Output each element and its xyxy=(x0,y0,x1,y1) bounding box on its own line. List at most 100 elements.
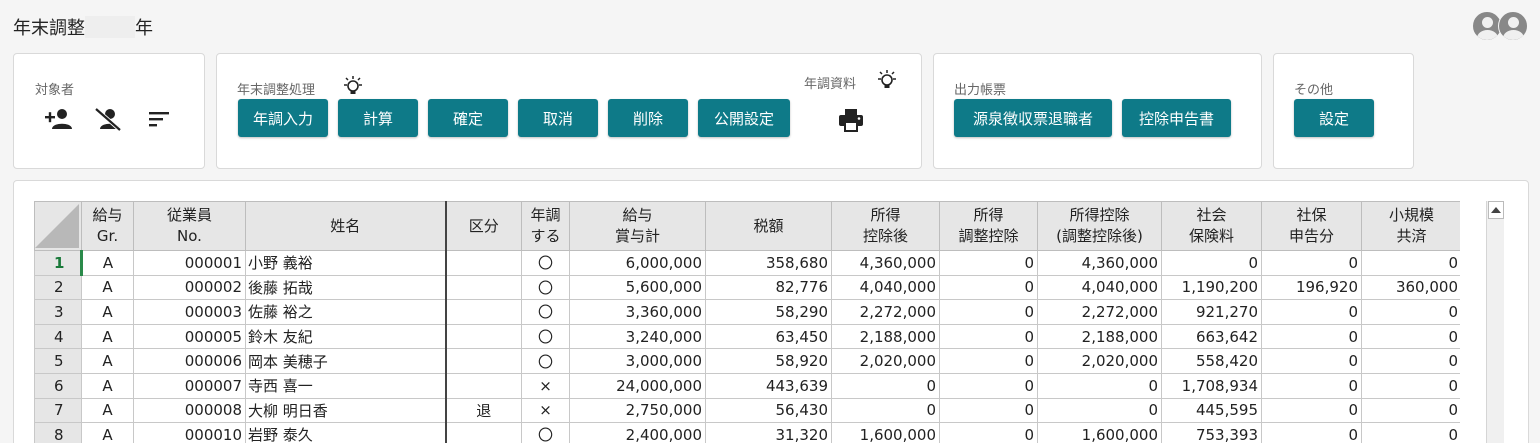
table-row[interactable]: 1 A 000001 小野 義裕〇 6,000,000 358,680 4,360,000 0… xyxy=(34,250,1460,276)
row-number[interactable]: 2 xyxy=(34,274,82,301)
cell-salary-bonus-total[interactable]: 3,240,000 xyxy=(569,323,706,350)
cell-small-enterprise-mutual[interactable]: 0 xyxy=(1361,323,1460,350)
cell-income-adjust-deduction[interactable]: 0 xyxy=(939,348,1038,374)
cell-salary-bonus-total[interactable]: 2,400,000 xyxy=(569,422,706,443)
cell-income-after-deduction[interactable]: 4,360,000 xyxy=(831,250,940,276)
cell-social-insurance-declared[interactable]: 0 xyxy=(1261,250,1362,276)
cell-full-name[interactable]: 鈴木 友紀 xyxy=(245,323,447,350)
cell-income-deduction-adjusted[interactable]: 4,040,000 xyxy=(1037,274,1162,301)
cell-year-adjust-flag[interactable]: × xyxy=(521,372,570,399)
cell-income-adjust-deduction[interactable]: 0 xyxy=(939,397,1038,424)
cell-social-insurance-declared[interactable]: 196,920 xyxy=(1261,274,1362,301)
cell-employee-no[interactable]: 000002 xyxy=(133,274,246,301)
cell-social-insurance[interactable]: 0 xyxy=(1161,250,1262,276)
column-header-salary-group[interactable]: 給与 Gr. xyxy=(81,201,134,251)
cell-category[interactable]: 退 xyxy=(445,397,522,424)
cell-income-deduction-adjusted[interactable]: 2,188,000 xyxy=(1037,323,1162,350)
cell-income-adjust-deduction[interactable]: 0 xyxy=(939,250,1038,276)
cell-tax-amount[interactable]: 82,776 xyxy=(705,274,832,301)
scroll-up-icon[interactable] xyxy=(1488,201,1504,219)
cell-full-name[interactable]: 小野 義裕 xyxy=(245,250,447,276)
cell-small-enterprise-mutual[interactable]: 0 xyxy=(1361,422,1460,443)
user-avatars[interactable] xyxy=(1472,11,1528,41)
cell-employee-no[interactable]: 000007 xyxy=(133,372,246,399)
cell-income-adjust-deduction[interactable]: 0 xyxy=(939,299,1038,325)
cell-salary-group[interactable]: A xyxy=(81,372,134,399)
add-person-icon[interactable] xyxy=(44,106,74,132)
print-icon[interactable] xyxy=(836,107,866,133)
publish-settings-button[interactable]: 公開設定 xyxy=(698,99,790,137)
cell-income-adjust-deduction[interactable]: 0 xyxy=(939,274,1038,301)
cell-full-name[interactable]: 後藤 拓哉 xyxy=(245,274,447,301)
confirm-button[interactable]: 確定 xyxy=(428,99,508,137)
cell-tax-amount[interactable]: 443,639 xyxy=(705,372,832,399)
cell-year-adjust-flag[interactable]: 〇 xyxy=(521,250,570,276)
cell-full-name[interactable]: 岩野 泰久 xyxy=(245,422,447,443)
lightbulb-icon[interactable] xyxy=(875,68,899,92)
table-row[interactable]: 4 A 000005 鈴木 友紀〇 3,240,000 63,450 2,188,000 0 2… xyxy=(34,323,1460,350)
cell-year-adjust-flag[interactable]: × xyxy=(521,397,570,424)
cell-tax-amount[interactable]: 58,920 xyxy=(705,348,832,374)
cell-year-adjust-flag[interactable]: 〇 xyxy=(521,274,570,301)
cell-social-insurance-declared[interactable]: 0 xyxy=(1261,323,1362,350)
cell-income-after-deduction[interactable]: 2,188,000 xyxy=(831,323,940,350)
cell-salary-bonus-total[interactable]: 5,600,000 xyxy=(569,274,706,301)
year-adjust-input-button[interactable]: 年調入力 xyxy=(238,99,328,137)
cell-tax-amount[interactable]: 358,680 xyxy=(705,250,832,276)
column-header-salary-bonus-total[interactable]: 給与 賞与計 xyxy=(569,201,706,251)
sort-icon[interactable] xyxy=(144,106,174,132)
table-row[interactable]: 5 A 000006 岡本 美穂子〇 3,000,000 58,920 2,020,000 0… xyxy=(34,348,1460,374)
column-header-year-adjust-flag[interactable]: 年調 する xyxy=(521,201,570,251)
cell-full-name[interactable]: 佐藤 裕之 xyxy=(245,299,447,325)
cell-social-insurance[interactable]: 558,420 xyxy=(1161,348,1262,374)
cell-small-enterprise-mutual[interactable]: 0 xyxy=(1361,397,1460,424)
cell-social-insurance-declared[interactable]: 0 xyxy=(1261,348,1362,374)
cell-income-after-deduction[interactable]: 4,040,000 xyxy=(831,274,940,301)
cell-employee-no[interactable]: 000005 xyxy=(133,323,246,350)
cell-year-adjust-flag[interactable]: 〇 xyxy=(521,323,570,350)
column-header-social-insurance[interactable]: 社会 保険料 xyxy=(1161,201,1262,251)
cell-category[interactable] xyxy=(445,274,522,301)
cell-salary-group[interactable]: A xyxy=(81,274,134,301)
cell-full-name[interactable]: 岡本 美穂子 xyxy=(245,348,447,374)
cell-year-adjust-flag[interactable]: 〇 xyxy=(521,299,570,325)
column-header-full-name[interactable]: 姓名 xyxy=(245,201,447,251)
cell-small-enterprise-mutual[interactable]: 0 xyxy=(1361,250,1460,276)
lightbulb-icon[interactable] xyxy=(341,74,365,98)
remove-person-icon[interactable] xyxy=(93,106,123,132)
cell-salary-group[interactable]: A xyxy=(81,397,134,424)
cell-income-after-deduction[interactable]: 2,020,000 xyxy=(831,348,940,374)
cell-tax-amount[interactable]: 31,320 xyxy=(705,422,832,443)
row-number[interactable]: 5 xyxy=(34,348,82,374)
row-number[interactable]: 4 xyxy=(34,323,82,350)
cell-salary-bonus-total[interactable]: 2,750,000 xyxy=(569,397,706,424)
row-number[interactable]: 6 xyxy=(34,372,82,399)
cancel-button[interactable]: 取消 xyxy=(518,99,598,137)
cell-tax-amount[interactable]: 58,290 xyxy=(705,299,832,325)
cell-income-deduction-adjusted[interactable]: 4,360,000 xyxy=(1037,250,1162,276)
table-row[interactable]: 3 A 000003 佐藤 裕之〇 3,360,000 58,290 2,272,000 0 2… xyxy=(34,299,1460,325)
cell-year-adjust-flag[interactable]: 〇 xyxy=(521,422,570,443)
cell-employee-no[interactable]: 000010 xyxy=(133,422,246,443)
cell-social-insurance[interactable]: 1,190,200 xyxy=(1161,274,1262,301)
cell-income-after-deduction[interactable]: 0 xyxy=(831,397,940,424)
cell-salary-bonus-total[interactable]: 6,000,000 xyxy=(569,250,706,276)
cell-full-name[interactable]: 寺西 喜一 xyxy=(245,372,447,399)
cell-tax-amount[interactable]: 63,450 xyxy=(705,323,832,350)
cell-salary-group[interactable]: A xyxy=(81,348,134,374)
delete-button[interactable]: 削除 xyxy=(608,99,688,137)
cell-category[interactable] xyxy=(445,422,522,443)
withholding-slip-retired-button[interactable]: 源泉徴収票退職者 xyxy=(954,99,1112,137)
column-header-social-insurance-declared[interactable]: 社保 申告分 xyxy=(1261,201,1362,251)
column-header-corner[interactable] xyxy=(34,201,82,251)
calculate-button[interactable]: 計算 xyxy=(338,99,418,137)
cell-social-insurance-declared[interactable]: 0 xyxy=(1261,397,1362,424)
cell-salary-bonus-total[interactable]: 3,360,000 xyxy=(569,299,706,325)
cell-income-after-deduction[interactable]: 0 xyxy=(831,372,940,399)
cell-tax-amount[interactable]: 56,430 xyxy=(705,397,832,424)
cell-income-deduction-adjusted[interactable]: 0 xyxy=(1037,397,1162,424)
cell-employee-no[interactable]: 000006 xyxy=(133,348,246,374)
cell-small-enterprise-mutual[interactable]: 0 xyxy=(1361,348,1460,374)
cell-social-insurance[interactable]: 445,595 xyxy=(1161,397,1262,424)
cell-social-insurance-declared[interactable]: 0 xyxy=(1261,299,1362,325)
